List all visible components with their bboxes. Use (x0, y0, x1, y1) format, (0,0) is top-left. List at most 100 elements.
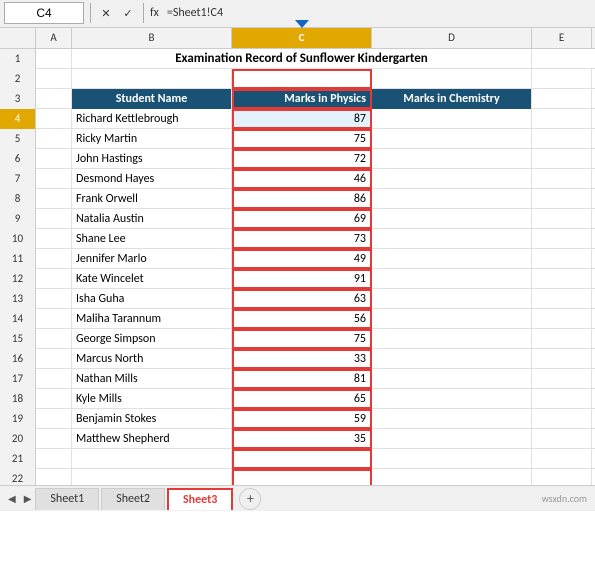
sheet-nav-left[interactable]: ◀ (4, 492, 20, 505)
cell-a[interactable] (36, 349, 72, 369)
cell-e[interactable] (532, 409, 592, 429)
cell-a[interactable] (36, 449, 72, 469)
cell-d[interactable] (372, 149, 532, 169)
cell-b[interactable]: Shane Lee (72, 229, 232, 249)
cell-d[interactable] (372, 249, 532, 269)
cell-b[interactable] (72, 469, 232, 485)
cell-b[interactable]: Desmond Hayes (72, 169, 232, 189)
cell-c[interactable]: 73 (232, 229, 372, 249)
cell-c[interactable] (232, 69, 372, 89)
cell-b[interactable]: Benjamin Stokes (72, 409, 232, 429)
cell-b[interactable]: Natalia Austin (72, 209, 232, 229)
cell-e[interactable] (532, 429, 592, 449)
cell-e[interactable] (532, 229, 592, 249)
cell-a[interactable] (36, 209, 72, 229)
cell-b[interactable]: Isha Guha (72, 289, 232, 309)
cell-b[interactable]: Student Name (72, 89, 232, 109)
col-header-b[interactable]: B (72, 28, 232, 48)
cell-b[interactable]: Examination Record of Sunflower Kinderga… (72, 49, 532, 69)
cell-c[interactable]: 87 (232, 109, 372, 129)
cell-e[interactable] (532, 129, 592, 149)
cell-a[interactable] (36, 269, 72, 289)
cell-c[interactable]: 35 (232, 429, 372, 449)
cell-e[interactable] (532, 469, 592, 485)
cell-a[interactable] (36, 469, 72, 485)
tab-sheet1[interactable]: Sheet1 (35, 488, 99, 510)
cell-d[interactable] (372, 289, 532, 309)
cell-e[interactable] (532, 449, 592, 469)
cell-c[interactable]: 81 (232, 369, 372, 389)
cell-b[interactable]: Richard Kettlebrough (72, 109, 232, 129)
cell-e[interactable] (532, 209, 592, 229)
cell-b[interactable] (72, 69, 232, 89)
cell-c[interactable]: 33 (232, 349, 372, 369)
cell-e[interactable] (532, 289, 592, 309)
cell-c[interactable] (232, 469, 372, 485)
cell-d[interactable] (372, 389, 532, 409)
cell-c[interactable]: 49 (232, 249, 372, 269)
cell-e[interactable] (532, 269, 592, 289)
cell-c[interactable]: 75 (232, 329, 372, 349)
col-header-d[interactable]: D (372, 28, 532, 48)
cell-d[interactable] (372, 229, 532, 249)
cell-e[interactable] (532, 349, 592, 369)
cell-a[interactable] (36, 129, 72, 149)
cell-a[interactable] (36, 429, 72, 449)
cell-c[interactable]: 63 (232, 289, 372, 309)
name-box[interactable] (4, 2, 84, 24)
cell-e[interactable] (532, 189, 592, 209)
cell-a[interactable] (36, 189, 72, 209)
cell-b[interactable]: Kate Wincelet (72, 269, 232, 289)
sheet-nav-right[interactable]: ▶ (20, 492, 36, 505)
cell-e[interactable] (532, 89, 592, 109)
cell-c[interactable]: 46 (232, 169, 372, 189)
cell-e[interactable] (532, 149, 592, 169)
cell-e[interactable] (532, 249, 592, 269)
cell-b[interactable]: Kyle Mills (72, 389, 232, 409)
cell-a[interactable] (36, 309, 72, 329)
cell-c[interactable]: 65 (232, 389, 372, 409)
cell-d[interactable] (372, 169, 532, 189)
cell-e[interactable] (532, 69, 592, 89)
cell-e[interactable] (532, 369, 592, 389)
cell-b[interactable]: Matthew Shepherd (72, 429, 232, 449)
cell-b[interactable] (72, 449, 232, 469)
cell-a[interactable] (36, 149, 72, 169)
cell-c[interactable]: 72 (232, 149, 372, 169)
confirm-icon[interactable]: ✓ (119, 4, 137, 22)
cell-a[interactable] (36, 89, 72, 109)
add-sheet-button[interactable]: + (239, 488, 261, 510)
cell-e[interactable] (532, 389, 592, 409)
cell-d[interactable] (372, 429, 532, 449)
cell-c[interactable]: Marks in Physics (232, 89, 372, 109)
cell-d[interactable] (372, 129, 532, 149)
cell-c[interactable]: 56 (232, 309, 372, 329)
cell-e[interactable] (532, 329, 592, 349)
cell-c[interactable]: 59 (232, 409, 372, 429)
cell-a[interactable] (36, 229, 72, 249)
cell-b[interactable]: Marcus North (72, 349, 232, 369)
cell-b[interactable]: Nathan Mills (72, 369, 232, 389)
cell-d[interactable] (372, 349, 532, 369)
cell-b[interactable]: Maliha Tarannum (72, 309, 232, 329)
cell-c[interactable]: 91 (232, 269, 372, 289)
cell-a[interactable] (36, 409, 72, 429)
cell-d[interactable] (372, 329, 532, 349)
cell-b[interactable]: Ricky Martin (72, 129, 232, 149)
cell-b[interactable]: George Simpson (72, 329, 232, 349)
col-header-c[interactable]: C (232, 28, 372, 48)
cell-c[interactable]: 69 (232, 209, 372, 229)
cell-b[interactable]: Frank Orwell (72, 189, 232, 209)
cell-c[interactable]: 75 (232, 129, 372, 149)
col-header-a[interactable]: A (36, 28, 72, 48)
cell-e[interactable] (532, 309, 592, 329)
cell-a[interactable] (36, 49, 72, 69)
cell-d[interactable] (372, 109, 532, 129)
cell-a[interactable] (36, 369, 72, 389)
tab-sheet2[interactable]: Sheet2 (101, 488, 165, 510)
cell-d[interactable] (372, 469, 532, 485)
cell-d[interactable]: Marks in Chemistry (372, 89, 532, 109)
cell-a[interactable] (36, 289, 72, 309)
cell-d[interactable] (372, 309, 532, 329)
cell-d[interactable] (372, 269, 532, 289)
